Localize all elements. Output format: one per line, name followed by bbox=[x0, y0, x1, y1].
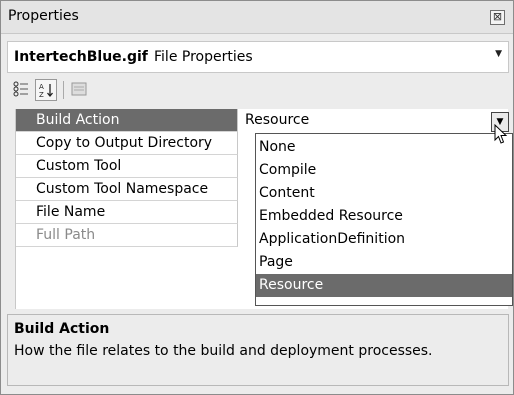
property-name: Copy to Output Directory bbox=[16, 132, 238, 155]
chevron-down-icon[interactable]: ▼ bbox=[495, 49, 502, 59]
property-value[interactable]: Resource bbox=[239, 109, 508, 132]
dropdown-option-resource[interactable]: Resource bbox=[256, 274, 512, 297]
categorized-icon bbox=[13, 81, 28, 97]
property-name: Custom Tool Namespace bbox=[16, 178, 238, 201]
toolbar: A Z bbox=[7, 77, 507, 105]
window-title: Properties bbox=[8, 8, 79, 24]
property-name: Build Action bbox=[16, 109, 238, 132]
property-row-build-action[interactable]: Build Action Resource bbox=[16, 109, 508, 132]
alphabetical-button[interactable]: A Z bbox=[35, 79, 57, 101]
property-pages-button[interactable] bbox=[69, 79, 89, 99]
mouse-pointer-icon bbox=[494, 124, 508, 144]
dropdown-option-none[interactable]: None bbox=[256, 136, 512, 159]
close-icon: ⊠ bbox=[492, 10, 503, 23]
property-pages-icon bbox=[71, 82, 87, 96]
toolbar-separator bbox=[63, 81, 64, 99]
sort-alphabetical-icon: A Z bbox=[39, 83, 53, 98]
object-selector[interactable]: IntertechBlue.gif File Properties ▼ bbox=[7, 41, 509, 73]
property-name: File Name bbox=[16, 201, 238, 224]
description-text: How the file relates to the build and de… bbox=[14, 343, 433, 359]
dropdown-option-compile[interactable]: Compile bbox=[256, 159, 512, 182]
build-action-dropdown-list: None Compile Content Embedded Resource A… bbox=[255, 133, 513, 306]
description-title: Build Action bbox=[14, 321, 110, 337]
properties-panel: Properties ⊠ IntertechBlue.gif File Prop… bbox=[0, 0, 514, 395]
object-type: File Properties bbox=[154, 49, 253, 65]
categorized-button[interactable] bbox=[11, 79, 31, 99]
object-name: IntertechBlue.gif bbox=[14, 49, 148, 65]
dropdown-option-page[interactable]: Page bbox=[256, 251, 512, 274]
title-bar: Properties ⊠ bbox=[1, 1, 513, 34]
property-name: Full Path bbox=[16, 224, 238, 247]
close-button[interactable]: ⊠ bbox=[490, 10, 505, 25]
dropdown-option-content[interactable]: Content bbox=[256, 182, 512, 205]
svg-text:Z: Z bbox=[39, 91, 44, 98]
dropdown-option-application-definition[interactable]: ApplicationDefinition bbox=[256, 228, 512, 251]
dropdown-option-embedded-resource[interactable]: Embedded Resource bbox=[256, 205, 512, 228]
property-name: Custom Tool bbox=[16, 155, 238, 178]
svg-text:A: A bbox=[39, 83, 44, 91]
description-pane: Build Action How the file relates to the… bbox=[7, 314, 509, 386]
